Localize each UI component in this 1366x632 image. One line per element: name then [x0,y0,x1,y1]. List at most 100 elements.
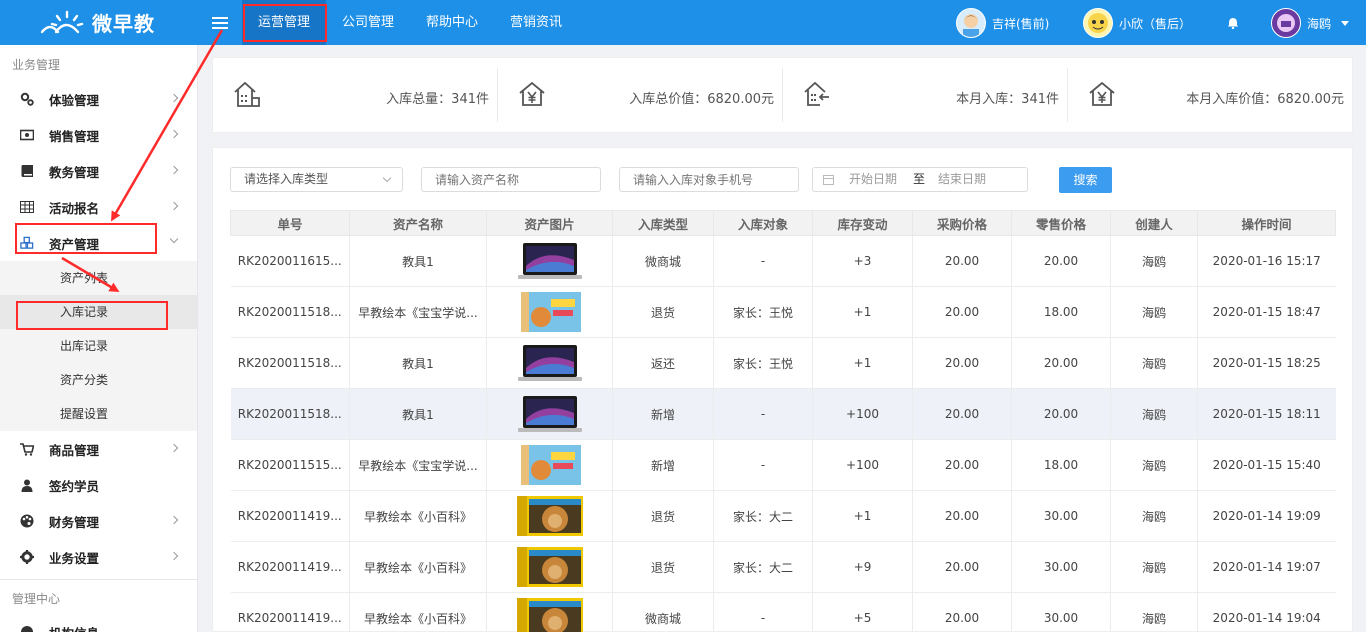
submenu-reminder-settings[interactable]: 提醒设置 [0,397,197,431]
table-row[interactable]: RK2020011615... 教具1 微商城 - +3 20.00 20.00 海鸥 2020… [230,235,1336,287]
cell-order-no: RK2020011419... [230,592,350,632]
sidebar-item-events[interactable]: 活动报名 [0,189,197,225]
gear-icon [20,550,34,564]
sidebar-item-settings[interactable]: 业务设置 [0,539,197,575]
logo[interactable]: 微早教 [38,6,155,38]
nav-marketing[interactable]: 营销资讯 [494,0,578,45]
sidebar-item-sales[interactable]: 销售管理 [0,117,197,153]
sidebar-item-trial[interactable]: 体验管理 [0,81,197,117]
column-header: 操作时间 [1197,210,1336,236]
column-header: 库存变动 [812,210,913,236]
table-row[interactable]: RK2020011515... 早教绘本《宝宝学说... 新增 - +100 20.00 1… [230,439,1336,491]
table-row[interactable]: RK2020011419... 早教绘本《小百科》 微商城 - +5 20.00 30.00… [230,592,1336,632]
cell-inbound-type: 新增 [612,388,714,440]
cell-asset-name: 教具1 [349,235,487,287]
cell-inbound-target: - [713,592,813,632]
cell-retail-price: 30.00 [1011,592,1111,632]
nav-operations[interactable]: 运营管理 [242,0,327,45]
table-row[interactable]: RK2020011518... 早教绘本《宝宝学说... 退货 家长：王悦 +1 20.0… [230,286,1336,338]
sidebar-item-teaching[interactable]: 教务管理 [0,153,197,189]
user-aftersales[interactable]: 小欣（售后） [1083,7,1191,39]
menu-toggle-icon[interactable] [212,14,228,30]
search-button[interactable]: 搜索 [1059,167,1112,193]
cell-creator: 海鸥 [1110,541,1198,593]
cell-operation-time: 2020-01-15 15:40 [1197,439,1336,491]
cell-asset-name: 教具1 [349,337,487,389]
bell-icon[interactable] [1227,17,1239,30]
cell-operation-time: 2020-01-15 18:47 [1197,286,1336,338]
cell-stock-change: +100 [812,388,913,440]
table-row[interactable]: RK2020011419... 早教绘本《小百科》 退货 家长：大二 +9 20.00 30… [230,541,1336,593]
sidebar-section-business: 业务管理 [12,58,61,72]
cell-inbound-type: 微商城 [612,592,714,632]
cell-purchase-price: 20.00 [912,388,1012,440]
cell-creator: 海鸥 [1110,337,1198,389]
top-bar: 微早教 运营管理 公司管理 帮助中心 营销资讯 吉祥(售前) 小欣（售后） 海鸥 [0,0,1366,45]
calendar-icon [823,175,834,185]
cell-retail-price: 20.00 [1011,388,1111,440]
cell-inbound-type: 退货 [612,541,714,593]
chevron-right-icon [169,515,179,525]
date-range-picker[interactable]: 开始日期 至 结束日期 [812,167,1028,192]
cell-order-no: RK2020011518... [230,337,350,389]
cell-purchase-price: 20.00 [912,439,1012,491]
cell-inbound-type: 退货 [612,286,714,338]
user-name: 海鸥 [1307,16,1332,31]
cell-asset-name: 早教绘本《小百科》 [349,541,487,593]
building-icon [20,625,34,632]
column-header: 采购价格 [912,210,1012,236]
avatar [956,8,986,38]
sidebar-item-products[interactable]: 商品管理 [0,431,197,467]
gears-icon [20,92,34,106]
cell-purchase-price: 20.00 [912,592,1012,632]
picturebook-image [520,292,581,332]
stat-total-quantity: 入库总量：341件 [213,68,498,122]
table-icon [20,200,34,214]
cell-stock-change: +100 [812,439,913,491]
avatar [1271,8,1301,38]
sidebar-item-students[interactable]: 签约学员 [0,467,197,503]
submenu-asset-categories[interactable]: 资产分类 [0,363,197,397]
inbound-type-value: 请选择入库类型 [244,172,329,186]
nav-company[interactable]: 公司管理 [326,0,410,45]
sidebar-item-label: 财务管理 [49,514,100,530]
sidebar-item-org-info[interactable]: 机构信息 [0,614,197,632]
picturebook-image [520,445,581,485]
submenu-inbound-records[interactable]: 入库记录 [0,295,197,329]
cell-stock-change: +3 [812,235,913,287]
chevron-down-icon [382,173,392,183]
chevron-right-icon [169,201,179,211]
book-icon [20,164,34,178]
table-row[interactable]: RK2020011518... 教具1 新增 - +100 20.00 20.00 海鸥 202… [230,388,1336,440]
cubes-icon [20,236,34,250]
encyclopedia-image [516,547,583,587]
sidebar-item-label: 体验管理 [49,92,100,108]
cell-operation-time: 2020-01-15 18:25 [1197,337,1336,389]
encyclopedia-image [516,598,583,632]
user-presales[interactable]: 吉祥(售前) [956,7,1049,39]
submenu-outbound-records[interactable]: 出库记录 [0,329,197,363]
nav-help[interactable]: 帮助中心 [410,0,494,45]
column-header: 创建人 [1110,210,1198,236]
phone-input[interactable] [619,167,799,192]
asset-name-input[interactable] [421,167,601,192]
submenu-asset-list[interactable]: 资产列表 [0,261,197,295]
table-row[interactable]: RK2020011518... 教具1 返还 家长：王悦 +1 20.00 20.00 海鸥 2… [230,337,1336,389]
stat-month-quantity: 本月入库：341件 [783,68,1068,122]
user-name: 吉祥(售前) [992,16,1050,31]
chevron-down-icon [169,234,179,244]
end-date: 结束日期 [938,172,987,186]
avatar [1083,8,1113,38]
column-header: 入库对象 [713,210,813,236]
top-nav: 运营管理 公司管理 帮助中心 营销资讯 [242,0,578,45]
inbound-type-select[interactable]: 请选择入库类型 [230,167,403,192]
chevron-right-icon [169,165,179,175]
encyclopedia-image [516,496,583,536]
sidebar-item-assets[interactable]: 资产管理 [0,225,197,261]
table-row[interactable]: RK2020011419... 早教绘本《小百科》 退货 家长：大二 +1 20.00 30… [230,490,1336,542]
sidebar-item-label: 教务管理 [49,164,100,180]
sidebar-item-finance[interactable]: 财务管理 [0,503,197,539]
column-header: 资产名称 [349,210,487,236]
cell-retail-price: 30.00 [1011,490,1111,542]
user-current[interactable]: 海鸥 [1271,7,1350,39]
